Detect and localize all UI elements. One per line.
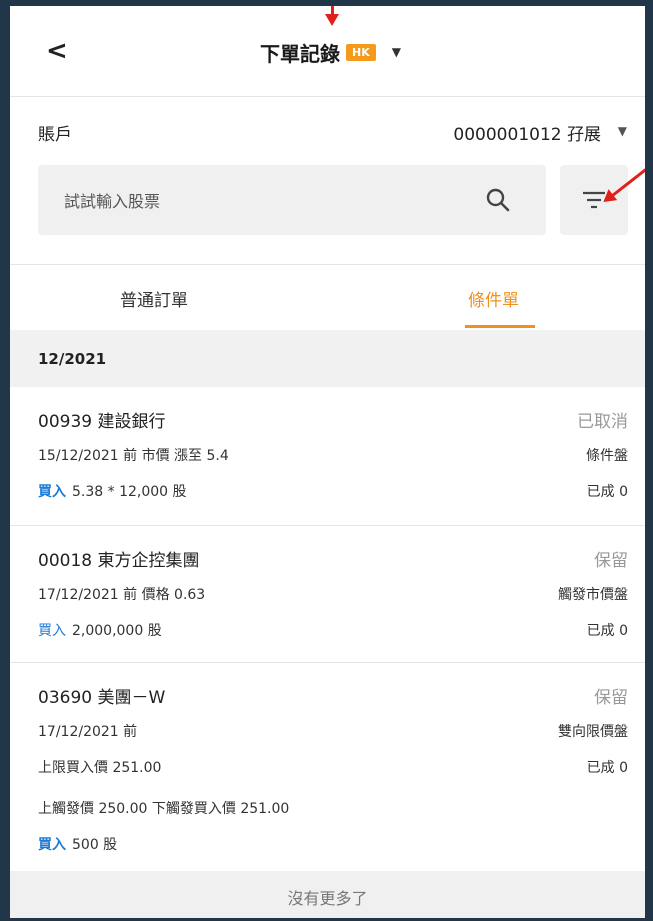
order-type: 觸發市價盤: [558, 587, 628, 603]
market-badge: HK: [346, 43, 376, 61]
back-button[interactable]: <: [46, 36, 76, 66]
chevron-down-icon[interactable]: ▼: [392, 45, 401, 59]
page-title: 下單記錄: [260, 41, 340, 66]
month-section-header: 12/2021: [10, 330, 645, 387]
filled-amount: 已成 0: [586, 484, 628, 500]
trigger-prices: 上觸發價 250.00 下觸發買入價 251.00: [38, 801, 290, 817]
order-item[interactable]: 03690 美團－W 保留 17/12/2021 前 雙向限價盤 上限買入價 2…: [10, 663, 645, 871]
stock-code-name: 00939 建設銀行: [38, 412, 166, 432]
search-input[interactable]: [62, 165, 486, 237]
chevron-down-icon[interactable]: ▼: [618, 124, 627, 138]
annotation-arrow-icon: [325, 6, 339, 26]
active-tab-indicator: [465, 325, 535, 328]
filled-amount: 已成 0: [586, 760, 628, 776]
order-type: 條件盤: [586, 448, 628, 464]
order-item[interactable]: 00939 建設銀行 已取消 15/12/2021 前 市價 漲至 5.4 條件…: [10, 387, 645, 526]
filled-amount: 已成 0: [586, 623, 628, 639]
account-selector[interactable]: 0000001012 孖展: [453, 120, 601, 145]
title-selector[interactable]: 下單記錄 HK ▼: [260, 38, 401, 66]
upper-limit-price: 上限買入價 251.00: [38, 760, 162, 776]
search-icon[interactable]: [485, 187, 511, 213]
section-title: 12/2021: [38, 350, 107, 368]
order-condition: 17/12/2021 前 價格 0.63: [38, 587, 206, 603]
order-status: 保留: [594, 688, 628, 708]
search-bar[interactable]: [38, 165, 546, 237]
price-quantity: 500 股: [72, 837, 118, 853]
buy-label: 買入: [38, 623, 66, 639]
tab-conditional-orders[interactable]: 條件單: [468, 286, 519, 311]
divider: [10, 264, 645, 265]
order-type: 雙向限價盤: [558, 724, 628, 740]
price-quantity: 2,000,000 股: [72, 623, 162, 639]
app-content: < 下單記錄 HK ▼ 賬戶 0000001012 孖展 ▼ 普通訂單 條件單 …: [10, 6, 645, 918]
order-quantity: 買入 2,000,000 股: [38, 620, 162, 640]
app-frame: < 下單記錄 HK ▼ 賬戶 0000001012 孖展 ▼ 普通訂單 條件單 …: [0, 0, 653, 921]
order-quantity: 買入 500 股: [38, 834, 117, 854]
price-quantity: 5.38 * 12,000 股: [72, 484, 187, 500]
order-quantity: 買入 5.38 * 12,000 股: [38, 481, 187, 501]
filter-button[interactable]: [560, 165, 628, 235]
stock-code-name: 03690 美團－W: [38, 688, 166, 708]
order-status: 已取消: [577, 412, 628, 432]
order-status: 保留: [594, 551, 628, 571]
buy-label: 買入: [38, 837, 66, 853]
list-footer: 沒有更多了: [10, 871, 645, 918]
top-bar: < 下單記錄 HK ▼: [10, 6, 645, 97]
order-condition: 17/12/2021 前: [38, 724, 138, 740]
tab-normal-orders[interactable]: 普通訂單: [120, 286, 188, 311]
account-label: 賬戶: [38, 125, 72, 145]
stock-code-name: 00018 東方企控集團: [38, 551, 200, 571]
buy-label: 買入: [38, 484, 66, 500]
order-condition: 15/12/2021 前 市價 漲至 5.4: [38, 448, 229, 464]
order-item[interactable]: 00018 東方企控集團 保留 17/12/2021 前 價格 0.63 觸發市…: [10, 526, 645, 663]
no-more-text: 沒有更多了: [287, 889, 368, 908]
